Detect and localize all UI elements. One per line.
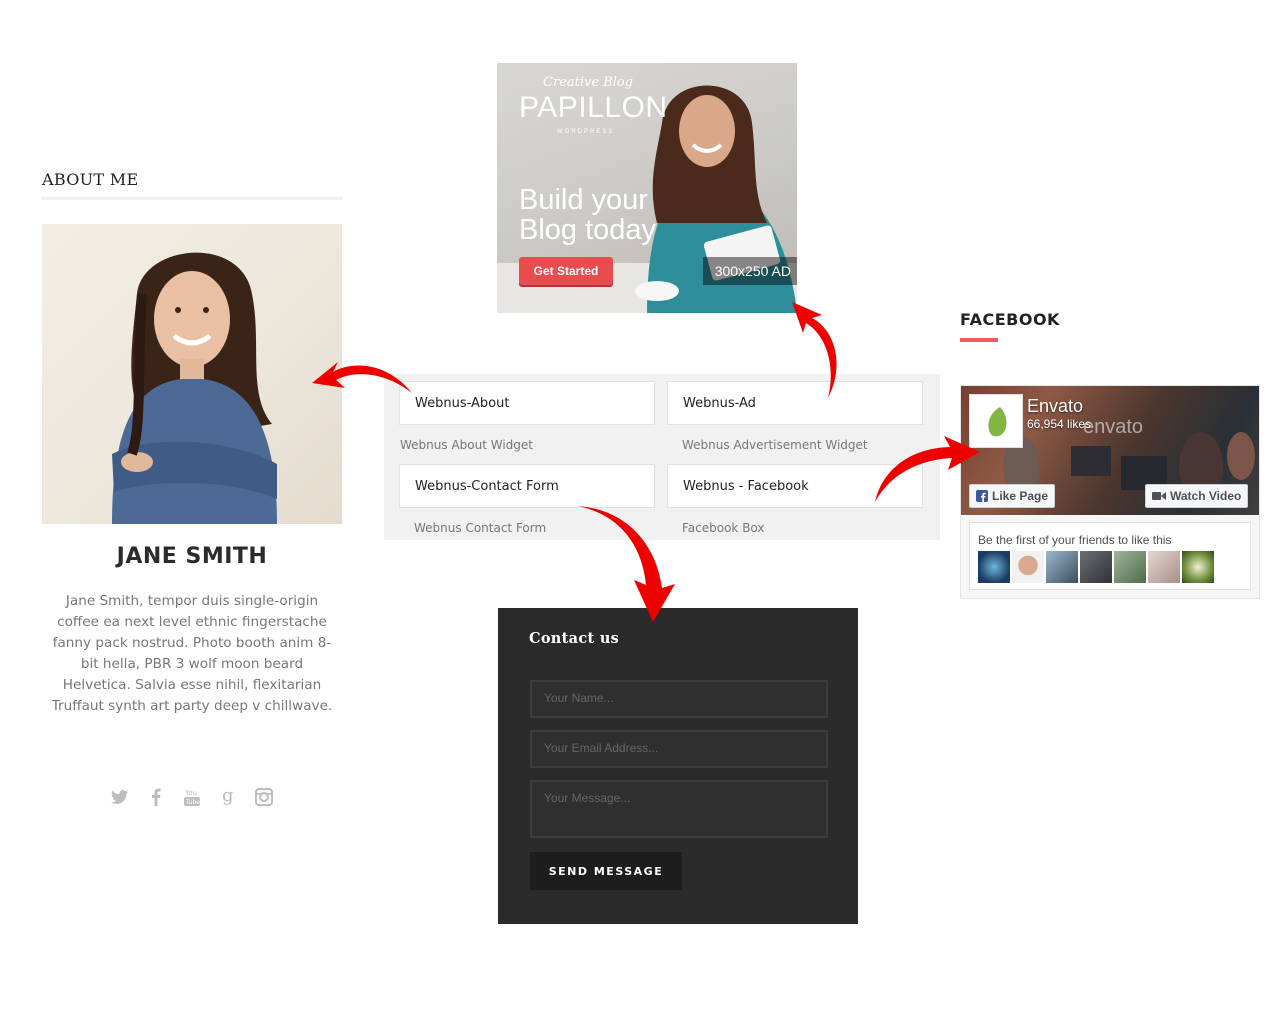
facebook-page-box: Envato 66,954 likes envato Like Page Wat… bbox=[960, 385, 1260, 599]
friend-avatars bbox=[978, 551, 1214, 583]
social-links: You Tube g bbox=[42, 787, 342, 807]
profile-bio: Jane Smith, tempor duis single-origin co… bbox=[51, 593, 333, 714]
ad-headline-line1: Build your bbox=[519, 184, 648, 216]
friends-like-text: Be the first of your friends to like thi… bbox=[978, 533, 1172, 547]
widget-webnus-ad[interactable]: Webnus-Ad bbox=[667, 381, 923, 425]
widget-webnus-contact-form[interactable]: Webnus-Contact Form bbox=[399, 464, 655, 508]
ad-script-tagline: Creative Blog bbox=[543, 75, 634, 90]
contact-form-widget: Contact us Your Name... Your Email Addre… bbox=[498, 608, 858, 924]
watch-video-label: Watch Video bbox=[1170, 489, 1242, 503]
svg-text:Tube: Tube bbox=[185, 799, 200, 806]
friend-avatar[interactable] bbox=[978, 551, 1010, 583]
facebook-likes-count: 66,954 likes bbox=[1027, 417, 1092, 431]
advertisement-banner[interactable]: Creative Blog PAPILLON WORDPRESS Build y… bbox=[497, 63, 797, 313]
watch-video-button[interactable]: Watch Video bbox=[1145, 484, 1249, 508]
facebook-icon[interactable] bbox=[147, 787, 165, 807]
widget-webnus-about-desc: Webnus About Widget bbox=[400, 438, 533, 452]
friend-avatar[interactable] bbox=[1046, 551, 1078, 583]
cover-watermark: envato bbox=[1083, 416, 1144, 438]
profile-name: JANE SMITH bbox=[116, 544, 268, 569]
google-plus-icon[interactable]: g bbox=[219, 787, 237, 807]
widget-webnus-facebook-desc: Facebook Box bbox=[682, 521, 765, 535]
widget-webnus-contact-form-desc: Webnus Contact Form bbox=[414, 521, 547, 535]
widget-webnus-about[interactable]: Webnus-About bbox=[399, 381, 655, 425]
facebook-heading: FACEBOOK bbox=[960, 310, 1060, 329]
ad-brand-sub: WORDPRESS bbox=[557, 129, 615, 135]
widget-webnus-ad-desc: Webnus Advertisement Widget bbox=[682, 438, 868, 452]
ad-brand-logo: PAPILLON bbox=[519, 91, 668, 124]
message-field[interactable]: Your Message... bbox=[530, 780, 828, 838]
facebook-heading-underline bbox=[960, 338, 998, 342]
friend-avatar[interactable] bbox=[1148, 551, 1180, 583]
ad-size-label: 300x250 AD bbox=[702, 257, 797, 285]
name-field[interactable]: Your Name... bbox=[530, 680, 828, 718]
twitter-icon[interactable] bbox=[111, 787, 129, 807]
email-field[interactable]: Your Email Address... bbox=[530, 730, 828, 768]
send-message-button[interactable]: SEND MESSAGE bbox=[530, 852, 682, 890]
facebook-page-name[interactable]: Envato bbox=[1027, 396, 1083, 417]
about-heading: ABOUT ME bbox=[42, 160, 342, 200]
friend-avatar[interactable] bbox=[1114, 551, 1146, 583]
friend-avatar[interactable] bbox=[1080, 551, 1112, 583]
svg-text:g: g bbox=[222, 787, 234, 806]
ad-headline-line2: Blog today bbox=[519, 214, 657, 246]
widget-webnus-facebook[interactable]: Webnus - Facebook bbox=[667, 464, 923, 508]
widgets-panel: Webnus-About Webnus About Widget Webnus-… bbox=[384, 374, 940, 540]
svg-text:You: You bbox=[184, 789, 197, 797]
like-page-label: Like Page bbox=[992, 489, 1049, 503]
instagram-icon[interactable] bbox=[255, 787, 273, 807]
ad-headline: Build your Blog today bbox=[519, 185, 679, 245]
get-started-button[interactable]: Get Started bbox=[519, 257, 613, 285]
facebook-friends-box: Be the first of your friends to like thi… bbox=[969, 522, 1251, 590]
like-page-button[interactable]: Like Page bbox=[969, 484, 1056, 508]
contact-title: Contact us bbox=[529, 630, 620, 647]
friend-avatar[interactable] bbox=[1182, 551, 1214, 583]
video-camera-icon bbox=[1152, 492, 1166, 500]
friend-avatar[interactable] bbox=[1012, 551, 1044, 583]
facebook-f-icon bbox=[976, 490, 988, 502]
envato-logo[interactable] bbox=[969, 394, 1023, 448]
about-me-widget: ABOUT ME JANE SMITH Jane Smith, tempor d… bbox=[42, 160, 342, 807]
youtube-icon[interactable]: You Tube bbox=[183, 787, 201, 807]
profile-photo bbox=[42, 224, 342, 524]
facebook-cover-photo[interactable]: Envato 66,954 likes envato Like Page Wat… bbox=[961, 386, 1259, 515]
